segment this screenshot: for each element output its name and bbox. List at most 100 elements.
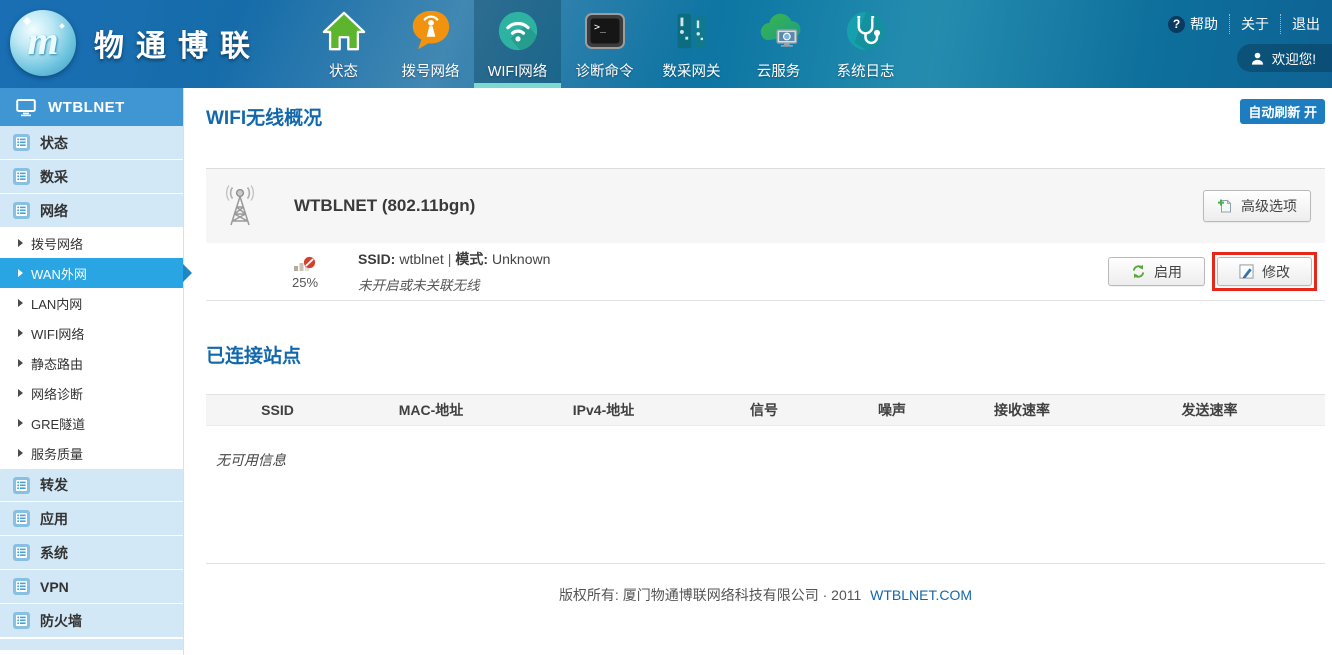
logout-link[interactable]: 退出 xyxy=(1280,14,1320,34)
sidebar-header-label: WTBLNET xyxy=(48,99,125,116)
list-icon xyxy=(13,202,30,219)
dialup-icon xyxy=(407,7,455,55)
enable-button[interactable]: 启用 xyxy=(1108,257,1205,286)
about-link[interactable]: 关于 xyxy=(1229,14,1269,34)
subitem-label: 网络诊断 xyxy=(31,384,83,403)
sidebar-item-label: VPN xyxy=(40,579,69,595)
footer-link[interactable]: WTBLNET.COM xyxy=(870,587,972,603)
tab-status[interactable]: 状态 xyxy=(300,0,387,88)
brand-logo: m 物通博联 xyxy=(10,10,262,76)
caret-right-icon xyxy=(18,449,23,457)
page-title: WIFI无线概况 xyxy=(206,103,1325,130)
subitem-label: LAN内网 xyxy=(31,294,82,313)
help-label: 帮助 xyxy=(1190,14,1218,34)
sidebar-subitem-lan[interactable]: LAN内网 xyxy=(0,288,183,318)
sidebar-subitem-static-route[interactable]: 静态路由 xyxy=(0,348,183,378)
list-icon xyxy=(13,477,30,494)
footer-divider xyxy=(206,563,1325,564)
help-icon: ? xyxy=(1168,16,1185,33)
list-icon xyxy=(13,578,30,595)
list-icon xyxy=(13,168,30,185)
tab-label: 状态 xyxy=(329,60,358,81)
sidebar-item-network[interactable]: 网络 xyxy=(0,194,183,228)
modify-button[interactable]: 修改 xyxy=(1217,257,1312,286)
list-icon xyxy=(13,510,30,527)
spark-icon xyxy=(59,23,65,29)
sidebar-subitem-wan[interactable]: WAN外网 xyxy=(0,258,183,288)
sidebar-item-label: 数采 xyxy=(40,167,68,187)
sidebar-item-apps[interactable]: 应用 xyxy=(0,502,183,536)
subitem-label: 服务质量 xyxy=(31,444,83,463)
main-nav: 状态 拨号网络 WIFI网络 >_ 诊断命令 数采网关 xyxy=(300,0,909,88)
sidebar-item-firewall[interactable]: 防火墙 xyxy=(0,604,183,638)
sidebar-item-system[interactable]: 系统 xyxy=(0,536,183,570)
sidebar-filler xyxy=(0,638,183,650)
sidebar-subitem-dialup[interactable]: 拨号网络 xyxy=(0,228,183,258)
ssid-block: SSID:wtblnet|模式:Unknown 未开启或未关联无线 xyxy=(358,249,550,294)
mode-value: Unknown xyxy=(492,251,550,267)
col-noise: 噪声 xyxy=(834,400,950,420)
sidebar-item-label: 转发 xyxy=(40,475,68,495)
page-plus-icon xyxy=(1217,198,1233,214)
caret-right-icon xyxy=(18,419,23,427)
col-mac: MAC-地址 xyxy=(349,400,513,420)
list-icon xyxy=(13,612,30,629)
sidebar-subitem-gre[interactable]: GRE隧道 xyxy=(0,408,183,438)
sidebar-header: WTBLNET xyxy=(0,88,183,126)
wifi-action-buttons: 启用 修改 xyxy=(1108,252,1317,291)
tab-label: 诊断命令 xyxy=(576,60,634,81)
tab-wifi-network[interactable]: WIFI网络 xyxy=(474,0,561,88)
sidebar-item-status[interactable]: 状态 xyxy=(0,126,183,160)
copyright-text: 版权所有: 厦门物通博联网络科技有限公司 · 2011 xyxy=(559,587,861,603)
caret-right-icon xyxy=(18,359,23,367)
tab-label: WIFI网络 xyxy=(488,60,548,81)
advanced-options-button[interactable]: 高级选项 xyxy=(1203,190,1311,222)
sidebar-subitem-qos[interactable]: 服务质量 xyxy=(0,438,183,468)
help-link[interactable]: ? 帮助 xyxy=(1168,14,1218,34)
signal-percent: 25% xyxy=(292,275,318,290)
tab-diagnostic-command[interactable]: >_ 诊断命令 xyxy=(561,0,648,88)
wifi-panel-header: WTBLNET (802.11bgn) 高级选项 xyxy=(206,169,1325,243)
tab-label: 云服务 xyxy=(757,60,801,81)
subitem-label: 静态路由 xyxy=(31,354,83,373)
subitem-label: 拨号网络 xyxy=(31,234,83,253)
welcome-badge[interactable]: 欢迎您! xyxy=(1237,44,1332,72)
wifi-network-name: WTBLNET (802.11bgn) xyxy=(294,196,475,216)
sidebar-subitem-wifi[interactable]: WIFI网络 xyxy=(0,318,183,348)
stations-section-title: 已连接站点 xyxy=(206,341,1325,368)
tab-system-log[interactable]: 系统日志 xyxy=(822,0,909,88)
wifi-panel: WTBLNET (802.11bgn) 高级选项 25% xyxy=(206,168,1325,301)
cloud-icon xyxy=(755,7,803,55)
ssid-line: SSID:wtblnet|模式:Unknown xyxy=(358,249,550,269)
caret-right-icon xyxy=(18,389,23,397)
col-rx-rate: 接收速率 xyxy=(950,400,1094,420)
welcome-label: 欢迎您! xyxy=(1272,48,1316,68)
advanced-options-label: 高级选项 xyxy=(1241,196,1297,216)
user-icon xyxy=(1250,51,1265,66)
stations-empty-text: 无可用信息 xyxy=(216,450,1325,470)
caret-right-icon xyxy=(18,269,23,277)
home-icon xyxy=(320,7,368,55)
tab-dialup-network[interactable]: 拨号网络 xyxy=(387,0,474,88)
sidebar: WTBLNET 状态 数采 网络 拨号网络 WAN外网 LAN内网 WIFI网络… xyxy=(0,88,184,655)
col-tx-rate: 发送速率 xyxy=(1094,400,1325,420)
topbar: m 物通博联 状态 拨号网络 WIFI网络 >_ 诊断命令 xyxy=(0,0,1332,88)
brand-name: 物通博联 xyxy=(94,21,262,65)
monitor-icon xyxy=(16,98,36,117)
sidebar-item-vpn[interactable]: VPN xyxy=(0,570,183,604)
sidebar-subitem-diagnosis[interactable]: 网络诊断 xyxy=(0,378,183,408)
sidebar-item-data-collect[interactable]: 数采 xyxy=(0,160,183,194)
signal-disabled-icon xyxy=(293,254,317,273)
tab-cloud-service[interactable]: 云服务 xyxy=(735,0,822,88)
sidebar-item-forward[interactable]: 转发 xyxy=(0,468,183,502)
ssid-label: SSID: xyxy=(358,251,395,267)
tab-data-gateway[interactable]: 数采网关 xyxy=(648,0,735,88)
auto-refresh-toggle[interactable]: 自动刷新 开 xyxy=(1240,99,1325,124)
mode-label: 模式: xyxy=(455,251,488,267)
col-ssid: SSID xyxy=(206,402,349,418)
caret-right-icon xyxy=(18,239,23,247)
topbar-links: ? 帮助 关于 退出 xyxy=(1168,14,1320,34)
enable-label: 启用 xyxy=(1154,262,1182,282)
ssid-value: wtblnet xyxy=(399,251,443,267)
caret-right-icon xyxy=(18,329,23,337)
